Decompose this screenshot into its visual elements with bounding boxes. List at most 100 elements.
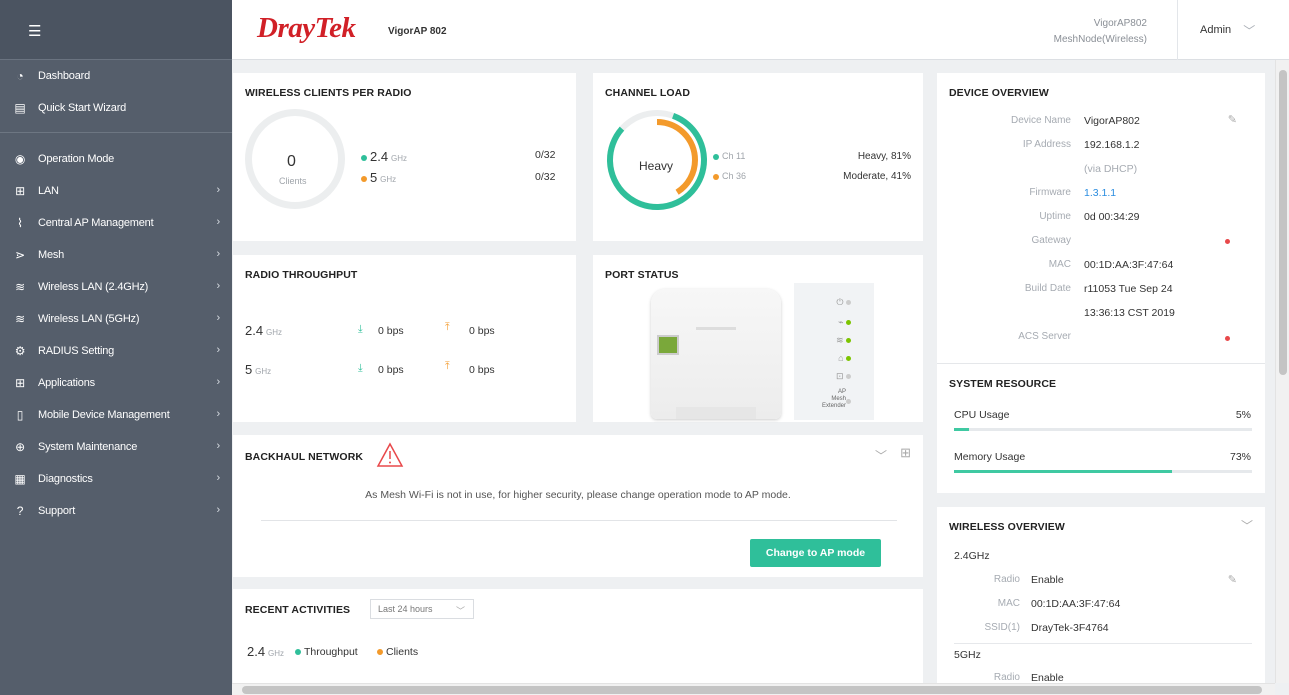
channel-2-load: Moderate, 41% bbox=[843, 171, 911, 182]
divider bbox=[954, 643, 1252, 644]
card-title: WIRELESS OVERVIEW bbox=[949, 521, 1065, 533]
radio-label: Radio bbox=[993, 672, 1020, 683]
memory-usage-value: 73% bbox=[1229, 451, 1251, 463]
sidebar-item-wireless-lan-5ghz[interactable]: ≋ Wireless LAN (5GHz) › bbox=[0, 303, 232, 335]
ssid-value: DrayTek-3F4764 bbox=[1031, 622, 1109, 634]
ethernet-port bbox=[657, 335, 679, 355]
sidebar-item-label: Wireless LAN (2.4GHz) bbox=[38, 281, 149, 293]
memory-usage-bar bbox=[954, 470, 1252, 473]
overview-value: VigorAP802 bbox=[1084, 115, 1140, 127]
overview-label: MAC bbox=[1048, 259, 1071, 270]
radio-label: Radio bbox=[993, 574, 1020, 585]
logo-text-dray: Dray bbox=[257, 12, 315, 44]
gear-icon: ⚙ bbox=[14, 344, 26, 358]
chevron-down-icon[interactable]: ﹀ bbox=[1241, 517, 1253, 534]
legend-clients: Clients bbox=[377, 646, 418, 658]
radio-value: Enable bbox=[1031, 574, 1064, 586]
overview-value: 13:36:13 CST 2019 bbox=[1084, 307, 1175, 319]
sidebar-item-label: Mobile Device Management bbox=[38, 409, 170, 421]
sidebar-item-operation-mode[interactable]: ◉ Operation Mode bbox=[0, 143, 232, 175]
chevron-down-icon[interactable]: ﹀ bbox=[875, 447, 887, 464]
device-overview-card: DEVICE OVERVIEW Device Name VigorAP802 IP … bbox=[937, 73, 1265, 363]
scrollbar-thumb[interactable] bbox=[242, 686, 1262, 694]
mac-label: MAC bbox=[997, 598, 1020, 609]
sidebar-item-label: Central AP Management bbox=[38, 217, 154, 229]
card-title: WIRELESS CLIENTS PER RADIO bbox=[245, 87, 412, 99]
chevron-down-icon: ﹀ bbox=[1243, 23, 1256, 38]
warning-icon bbox=[376, 442, 404, 467]
sidebar-item-applications[interactable]: ⊞ Applications › bbox=[0, 367, 232, 399]
sidebar-item-label: Wireless LAN (5GHz) bbox=[38, 313, 140, 325]
channel-2: Ch 36 bbox=[713, 171, 746, 181]
wifi-icon: ≋ bbox=[15, 280, 25, 294]
sidebar-item-system-maintenance[interactable]: ⊕ System Maintenance › bbox=[0, 431, 232, 463]
chevron-right-icon: › bbox=[216, 184, 221, 196]
cpu-usage-fill bbox=[954, 428, 969, 431]
chevron-right-icon: › bbox=[216, 216, 221, 228]
cpu-usage-value: 5% bbox=[1235, 409, 1251, 421]
band-5-label: 5 GHz bbox=[361, 170, 396, 185]
edit-icon[interactable]: ✎ bbox=[1228, 113, 1237, 126]
sidebar-item-label: Applications bbox=[38, 377, 95, 389]
change-to-ap-mode-button[interactable]: Change to AP mode bbox=[750, 539, 881, 567]
wireless-overview-card: WIRELESS OVERVIEW ﹀ 2.4GHz Radio Enable … bbox=[937, 507, 1265, 684]
download-icon: ⤓ bbox=[358, 323, 363, 335]
sidebar-item-mobile-device-management[interactable]: ▯ Mobile Device Management › bbox=[0, 399, 232, 431]
sidebar-item-diagnostics[interactable]: ▦ Diagnostics › bbox=[0, 463, 232, 495]
edit-icon[interactable]: ✎ bbox=[1228, 573, 1237, 586]
cpu-usage-label: CPU Usage bbox=[954, 409, 1010, 421]
overview-value[interactable]: 1.3.1.1 bbox=[1084, 187, 1116, 199]
backhaul-network-card: BACKHAUL NETWORK ﹀ ⊞ As Mesh Wi-Fi is no… bbox=[233, 435, 923, 577]
logo-text-tek: Tek bbox=[314, 12, 356, 44]
draytek-logo: DrayTek bbox=[257, 12, 356, 45]
horizontal-scrollbar[interactable] bbox=[232, 683, 1275, 695]
sidebar-item-label: RADIUS Setting bbox=[38, 345, 115, 357]
band-24-heading: 2.4GHz bbox=[954, 550, 990, 562]
recent-band: 2.4 GHz bbox=[247, 644, 284, 659]
sidebar-item-label: Mesh bbox=[38, 249, 65, 261]
sidebar-item-support[interactable]: ? Support › bbox=[0, 495, 232, 527]
overview-value: 00:1D:AA:3F:47:64 bbox=[1084, 259, 1174, 271]
applications-icon: ⊞ bbox=[15, 376, 25, 390]
scrollbar-thumb[interactable] bbox=[1279, 70, 1287, 375]
port-status-card: PORT STATUS ⏻ ⌁ ≋ ⌂ ⊡ AP Mesh Extender bbox=[593, 255, 923, 422]
diagnostics-icon: ▦ bbox=[14, 472, 26, 486]
wireless-clients-card: WIRELESS CLIENTS PER RADIO 0 Clients 2.4… bbox=[233, 73, 576, 241]
overview-value: 0d 00:34:29 bbox=[1084, 211, 1140, 223]
card-title: CHANNEL LOAD bbox=[605, 87, 691, 99]
time-range-select[interactable]: Last 24 hours ﹀ bbox=[370, 599, 474, 619]
band-5-count: 0/32 bbox=[535, 171, 556, 183]
sidebar: ☰ ◔ Dashboard ▤ Quick Start Wizard ◉ Operatio… bbox=[0, 0, 232, 695]
sidebar-item-wireless-lan-2-4ghz[interactable]: ≋ Wireless LAN (2.4GHz) › bbox=[0, 271, 232, 303]
upload-5: 0 bps bbox=[469, 364, 495, 376]
sidebar-divider bbox=[0, 132, 232, 133]
central-ap-icon: ⌇ bbox=[17, 216, 23, 230]
ap-label: AP bbox=[837, 389, 846, 395]
sidebar-item-mesh[interactable]: ⋗ Mesh › bbox=[0, 239, 232, 271]
card-title: PORT STATUS bbox=[605, 269, 679, 281]
sidebar-item-quick-start-wizard[interactable]: ▤ Quick Start Wizard bbox=[0, 92, 232, 124]
grid-icon[interactable]: ⊞ bbox=[900, 445, 911, 461]
radio-24: 2.4 GHz bbox=[245, 323, 282, 338]
vertical-scrollbar[interactable] bbox=[1275, 60, 1289, 683]
sidebar-item-dashboard[interactable]: ◔ Dashboard bbox=[0, 60, 232, 92]
sidebar-item-label: System Maintenance bbox=[38, 441, 138, 453]
band-24-count: 0/32 bbox=[535, 149, 556, 161]
download-icon: ⤓ bbox=[358, 362, 363, 374]
backhaul-message: As Mesh Wi-Fi is not in use, for higher … bbox=[365, 489, 791, 501]
clients-count: 0 bbox=[287, 153, 296, 170]
sidebar-item-label: Operation Mode bbox=[38, 153, 115, 165]
chevron-right-icon: › bbox=[216, 344, 221, 356]
upload-icon: ⤒ bbox=[445, 321, 450, 333]
sidebar-item-label: Diagnostics bbox=[38, 473, 93, 485]
model-name: VigorAP 802 bbox=[388, 26, 447, 37]
acs-status-dot bbox=[1225, 336, 1230, 341]
menu-icon[interactable]: ☰ bbox=[28, 22, 41, 40]
user-menu[interactable]: Admin ﹀ bbox=[1177, 0, 1289, 60]
sidebar-item-lan[interactable]: ⊞ LAN › bbox=[0, 175, 232, 207]
chevron-right-icon: › bbox=[216, 472, 221, 484]
sidebar-item-central-ap-management[interactable]: ⌇ Central AP Management › bbox=[0, 207, 232, 239]
sidebar-item-radius-setting[interactable]: ⚙ RADIUS Setting › bbox=[0, 335, 232, 367]
system-resource-card: SYSTEM RESOURCE CPU Usage 5% Memory Usag… bbox=[937, 363, 1265, 493]
upload-24: 0 bps bbox=[469, 325, 495, 337]
